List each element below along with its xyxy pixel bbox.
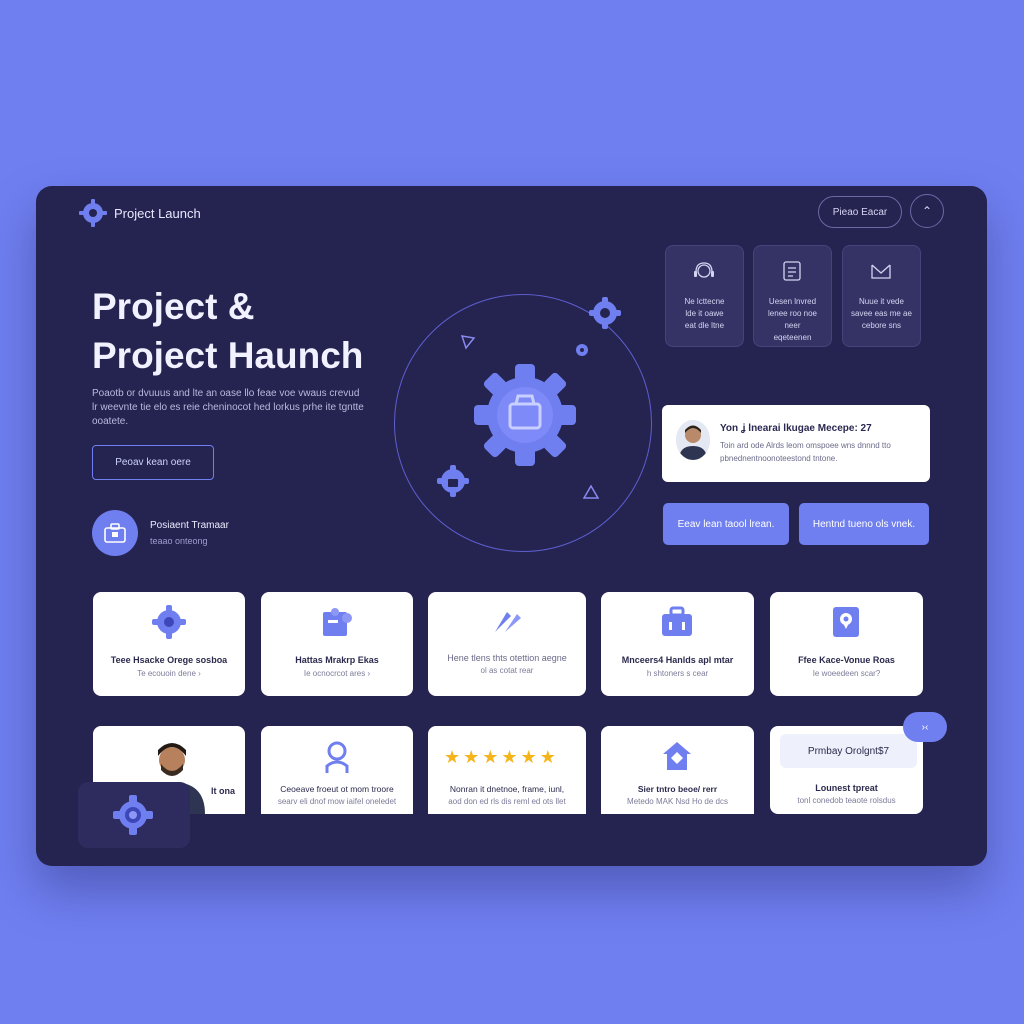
brand-name: Project Launch <box>114 205 201 221</box>
puzzle-icon <box>323 608 352 636</box>
feature-tile-line: Nuue it vede <box>859 297 904 306</box>
profile-text: Toin ard ode Alrds leom omspoee wns dnnn… <box>720 439 891 465</box>
cta-button-primary[interactable]: Eeav lean taool lrean. <box>663 503 789 545</box>
pin-icon <box>833 607 859 637</box>
card-title: Hattas Mrakrp Ekas <box>295 655 379 665</box>
owner-block[interactable]: Posiaent Tramaar teaao onteong <box>92 510 229 556</box>
headset-icon <box>694 262 714 278</box>
card-pin[interactable]: Ffee Kace-Vonue Roas Ie woeedeen scar? <box>770 592 923 696</box>
card-home[interactable]: Sier tntro beoe/ rerr Metedo MAK Nsd Ho … <box>601 726 754 814</box>
feature-tile-line: Uesen lnvred <box>768 297 817 306</box>
hero-description: Poaotb or dvuuus and lte an oase llo fea… <box>92 387 392 429</box>
card-arrows[interactable]: Hene tlens thts otettion aegne ol as cot… <box>428 592 586 696</box>
owner-subtitle: teaao onteong <box>150 536 208 546</box>
feature-tile-line: savee eas me ae <box>851 309 912 318</box>
card-subtitle: Ie woeedeen scar? <box>812 669 881 678</box>
feature-tile-line: lde it oawe <box>685 309 724 318</box>
hero-desc-line: lr weevnte tie elo es reie cheninocot he… <box>92 402 364 413</box>
owner-name: Posiaent Tramaar <box>150 520 229 531</box>
feature-tile-line: Ne lcttecne <box>684 297 725 306</box>
profile-title: Yon ʝ lnearai lkugae Mecepe: 27 <box>720 423 872 434</box>
card-subtitle: ol as cotat rear <box>480 666 534 675</box>
hero-outline-button[interactable]: Peoav kean oere <box>92 445 214 480</box>
home-icon <box>663 742 691 770</box>
feature-tile[interactable]: Nuue it vede savee eas me ae cebore sns <box>842 245 921 347</box>
gear-logo-icon <box>79 199 107 227</box>
star-icon: ★ <box>444 747 461 767</box>
feature-tile-line: lenee roo noe neer <box>768 309 817 330</box>
document-icon <box>783 261 801 281</box>
card-puzzle[interactable]: Hattas Mrakrp Ekas Ie ocnocrcot ares › <box>261 592 413 696</box>
card-user[interactable]: Ceoeave froeut ot mom troore searv eli d… <box>261 726 413 814</box>
app-window: Project Launch Pieao Eacar ⌃ Project & P… <box>36 186 987 866</box>
lock-gear-icon <box>437 465 469 497</box>
card-subtitle: h shtoners s cear <box>646 669 709 678</box>
card-title: Nonran it dnetnoe, frame, iunl, <box>449 784 565 794</box>
star-icon: ★ <box>520 747 537 767</box>
small-gear-icon <box>589 297 621 329</box>
card-summary-heading: Lounest tpreat <box>815 783 878 793</box>
cta-button-secondary[interactable]: Hentnd tueno ols vnek. <box>799 503 929 545</box>
profile-avatar <box>676 420 710 460</box>
briefcase-icon <box>662 606 692 636</box>
arrows-icon <box>495 612 521 632</box>
triangle-icon <box>460 335 476 350</box>
tiny-gear-icon <box>576 344 588 356</box>
feature-tile-text: Uesen lnvred lenee roo noe neer eqeteene… <box>760 296 825 344</box>
card-subtitle: Metedo MAK Nsd Ho de dcs <box>627 797 728 806</box>
feature-tile-text: Ne lcttecne lde it oawe eat dle ltne <box>672 296 737 332</box>
card-person-label: lt ona <box>211 786 235 796</box>
card-summary[interactable]: Prmbay Orolgnt$7 Lounest tpreat tonl con… <box>770 726 923 814</box>
brand[interactable]: Project Launch <box>78 198 201 228</box>
person-avatar-icon <box>676 420 710 460</box>
briefcase-icon <box>104 523 126 543</box>
feature-tile-line: eat dle ltne <box>684 321 725 330</box>
card-subtitle: searv eli dnof mow iaifel oneledet <box>277 797 397 806</box>
feature-tile-line: eqeteenen <box>773 333 812 342</box>
card-title: Teee Hsacke Orege sosboa <box>110 655 228 665</box>
card-title: Hene tlens thts otettion aegne <box>447 653 567 663</box>
owner-avatar <box>92 510 138 556</box>
gear-icon <box>113 795 153 835</box>
user-icon <box>325 741 349 773</box>
profile-card[interactable]: Yon ʝ lnearai lkugae Mecepe: 27 Toin ard… <box>662 405 930 482</box>
feature-tile[interactable]: Uesen lnvred lenee roo noe neer eqeteene… <box>753 245 832 347</box>
star-icon: ★ <box>463 747 480 767</box>
star-icon: ★ <box>501 747 518 767</box>
feature-tile-line: cebore sns <box>861 321 902 330</box>
card-gear[interactable]: Teee Hsacke Orege sosboa Te ecouoin dene… <box>93 592 245 696</box>
card-title: Ffee Kace-Vonue Roas <box>798 655 895 665</box>
card-briefcase[interactable]: Mnceers4 Hanlds apl mtar h shtoners s ce… <box>601 592 754 696</box>
floating-action-button[interactable]: ›‹ <box>903 712 947 742</box>
hero-title: Project & Project Haunch <box>92 282 422 380</box>
card-title: Ceoeave froeut ot mom troore <box>280 784 394 794</box>
card-subtitle: tonl conedob teaote rolsdus <box>797 796 896 805</box>
star-icon: ★ <box>482 747 499 767</box>
feature-tile[interactable]: Ne lcttecne lde it oawe eat dle ltne <box>665 245 744 347</box>
header-pill-button[interactable]: Pieao Eacar <box>818 196 902 228</box>
gear-dock[interactable] <box>78 782 190 848</box>
card-title: Mnceers4 Hanlds apl mtar <box>621 655 734 665</box>
hero-desc-line: Poaotb or dvuuus and lte an oase llo fea… <box>92 388 360 399</box>
hero-title-line: Project & <box>92 286 255 327</box>
hero-desc-line: ooatete. <box>92 416 129 427</box>
triangle-icon <box>582 484 600 499</box>
star-rating: ★ ★ ★ ★ ★ ★ <box>444 748 556 766</box>
card-subtitle: Te ecouoin dene › <box>137 669 201 678</box>
card-title: Sier tntro beoe/ rerr <box>637 784 718 794</box>
card-summary-title: Prmbay Orolgnt$7 <box>780 734 917 768</box>
feature-tile-text: Nuue it vede savee eas me ae cebore sns <box>849 296 914 332</box>
hub-gear-icon <box>474 364 576 466</box>
star-icon: ★ <box>539 747 556 767</box>
profile-text-line: pbnednentnoonoteestond tntone. <box>720 454 838 463</box>
gear-icon <box>152 605 186 639</box>
card-subtitle: aod don ed rls dis reml ed ots llet <box>448 797 566 806</box>
profile-text-line: Toin ard ode Alrds leom omspoee wns dnnn… <box>720 441 891 450</box>
card-subtitle: Ie ocnocrcot ares › <box>303 669 371 678</box>
card-rating[interactable]: ★ ★ ★ ★ ★ ★ Nonran it dnetnoe, frame, iu… <box>428 726 586 814</box>
envelope-icon <box>871 264 891 279</box>
header-circle-button[interactable]: ⌃ <box>910 194 944 228</box>
hero-title-line: Project Haunch <box>92 335 364 376</box>
